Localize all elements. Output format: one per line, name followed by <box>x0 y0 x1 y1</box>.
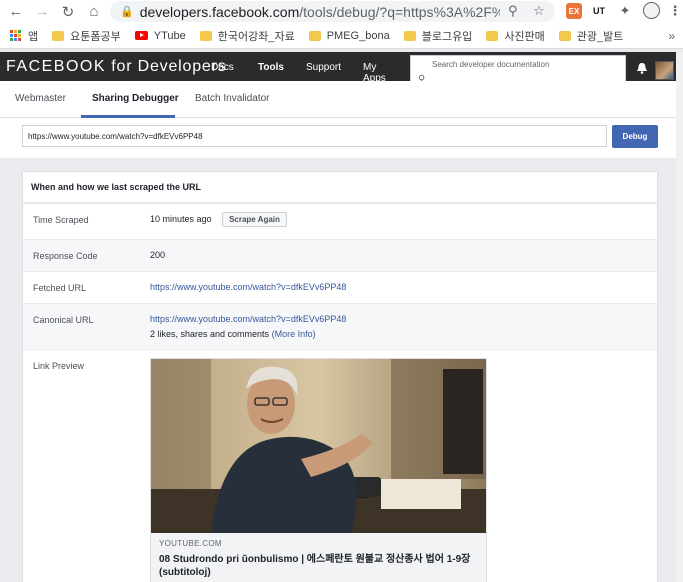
url-path: /tools/debug/?q=https%3A%2F%2Fwww.y... <box>299 3 500 20</box>
bookmark-label: 앱 <box>28 30 39 43</box>
bookmark-folder[interactable]: 한국어강좌_자료 <box>199 28 295 44</box>
row-value: 10 minutes ago Scrape Again <box>150 212 287 227</box>
lock-icon: 🔒 <box>120 6 134 18</box>
bookmark-folder[interactable]: 관광_발트 <box>558 28 624 44</box>
link-preview-card[interactable]: YOUTUBE.COM 08 Studrondo pri ŭonbulismo … <box>150 358 487 582</box>
canonical-url-link[interactable]: https://www.youtube.com/watch?v=dfkEVv6P… <box>150 314 346 324</box>
preview-photo-icon <box>151 359 486 533</box>
extension-ut-icon[interactable]: UT <box>591 3 607 19</box>
scrape-again-button[interactable]: Scrape Again <box>222 212 287 227</box>
fb-developers-logo[interactable]: FACEBOOK for Developers <box>6 58 227 76</box>
nav-support[interactable]: Support <box>306 62 341 73</box>
bookmark-label: 블로그유입 <box>421 30 473 43</box>
address-bar[interactable]: 🔒 developers.facebook.com/tools/debug/?q… <box>110 1 555 22</box>
row-label: Response Code <box>33 251 98 261</box>
row-canonical-url: Canonical URL https://www.youtube.com/wa… <box>23 303 657 349</box>
folder-icon <box>52 30 65 41</box>
bookmark-label: 요툰폼공부 <box>70 30 121 43</box>
search-placeholder: Search developer documentation <box>432 60 550 69</box>
debug-form: Debug <box>0 118 683 158</box>
row-label: Fetched URL <box>33 283 87 293</box>
debug-url-input[interactable] <box>22 125 607 147</box>
notifications-bell-icon[interactable] <box>636 63 648 74</box>
bookmark-youtube[interactable]: YTube <box>134 29 186 42</box>
preview-thumbnail <box>151 359 486 533</box>
row-label: Link Preview <box>33 361 85 371</box>
preview-meta: YOUTUBE.COM 08 Studrondo pri ŭonbulismo … <box>151 533 486 582</box>
engagement-stats: 2 likes, shares and comments (More Info) <box>150 329 316 339</box>
bookmark-folder[interactable]: 블로그유입 <box>403 28 473 44</box>
preview-domain: YOUTUBE.COM <box>159 539 222 548</box>
fetched-url-link[interactable]: https://www.youtube.com/watch?v=dfkEVv6P… <box>150 282 346 292</box>
tab-batch-invalidator[interactable]: Batch Invalidator <box>195 93 270 104</box>
time-scraped-value: 10 minutes ago <box>150 214 212 224</box>
bookmark-star-icon[interactable]: ☆ <box>533 3 545 19</box>
zoom-search-icon[interactable]: ⚲ <box>508 3 518 19</box>
bookmark-label: PMEG_bona <box>326 29 390 42</box>
bookmark-label: YTube <box>153 29 186 42</box>
bookmark-apps[interactable]: 앱 <box>10 28 38 44</box>
tab-sharing-debugger[interactable]: Sharing Debugger <box>92 93 179 104</box>
row-time-scraped: Time Scraped 10 minutes ago Scrape Again <box>23 203 657 239</box>
more-info-link[interactable]: (More Info) <box>272 329 316 339</box>
bookmark-folder[interactable]: 요툰폼공부 <box>52 28 121 44</box>
back-arrow-icon[interactable]: ← <box>4 0 28 23</box>
page-scrollbar[interactable] <box>676 52 683 582</box>
folder-icon <box>486 30 499 41</box>
row-label: Time Scraped <box>33 215 89 225</box>
chrome-menu-icon[interactable]: ⋮ <box>667 3 683 19</box>
preview-title[interactable]: 08 Studrondo pri ŭonbulismo | 에스페란토 원불교 … <box>159 553 478 579</box>
folder-icon <box>199 30 212 41</box>
bookmarks-bar: 앱 요툰폼공부 YTube 한국어강좌_자료 PMEG_bona 블로그유입 사… <box>0 23 683 49</box>
response-code-value: 200 <box>150 250 166 260</box>
bookmark-label: 관광_발트 <box>576 30 624 43</box>
results-heading: When and how we last scraped the URL <box>23 172 657 203</box>
user-avatar[interactable] <box>655 61 674 80</box>
profile-avatar-icon[interactable] <box>643 2 660 19</box>
apps-grid-icon <box>10 29 22 42</box>
address-url: developers.facebook.com/tools/debug/?q=h… <box>140 4 500 20</box>
bookmark-folder[interactable]: 사진판매 <box>486 28 545 44</box>
folder-icon <box>308 30 321 41</box>
logo-brand: FACEBOOK <box>6 58 107 75</box>
debug-button[interactable]: Debug <box>612 125 658 148</box>
engagement-count: 2 likes, shares and comments <box>150 329 270 339</box>
home-icon[interactable]: ⌂ <box>82 0 106 23</box>
forward-arrow-icon[interactable]: → <box>30 0 54 23</box>
bookmark-folder[interactable]: PMEG_bona <box>308 29 390 42</box>
youtube-icon <box>134 31 148 40</box>
row-fetched-url: Fetched URL https://www.youtube.com/watc… <box>23 271 657 303</box>
bookmark-label: 사진판매 <box>504 30 545 43</box>
tab-webmaster[interactable]: Webmaster <box>15 93 66 104</box>
row-label: Canonical URL <box>33 315 94 325</box>
tool-tabs: Webmaster Sharing Debugger Batch Invalid… <box>0 81 683 118</box>
nav-docs[interactable]: Docs <box>211 62 234 73</box>
folder-icon <box>403 30 416 41</box>
nav-tools[interactable]: Tools <box>258 62 284 73</box>
extensions-puzzle-icon[interactable]: ✦ <box>617 3 633 19</box>
scrape-results-card: When and how we last scraped the URL Tim… <box>22 171 658 582</box>
url-host: developers.facebook.com <box>139 3 300 20</box>
extension-ex-icon[interactable]: EX <box>566 3 582 19</box>
bookmark-label: 한국어강좌_자료 <box>217 30 295 43</box>
reload-icon[interactable]: ↻ <box>56 0 80 23</box>
more-bookmarks-chevron-icon[interactable]: » <box>668 29 675 43</box>
logo-suffix: for Developers <box>111 58 227 75</box>
row-response-code: Response Code 200 <box>23 239 657 271</box>
folder-icon <box>558 30 571 41</box>
